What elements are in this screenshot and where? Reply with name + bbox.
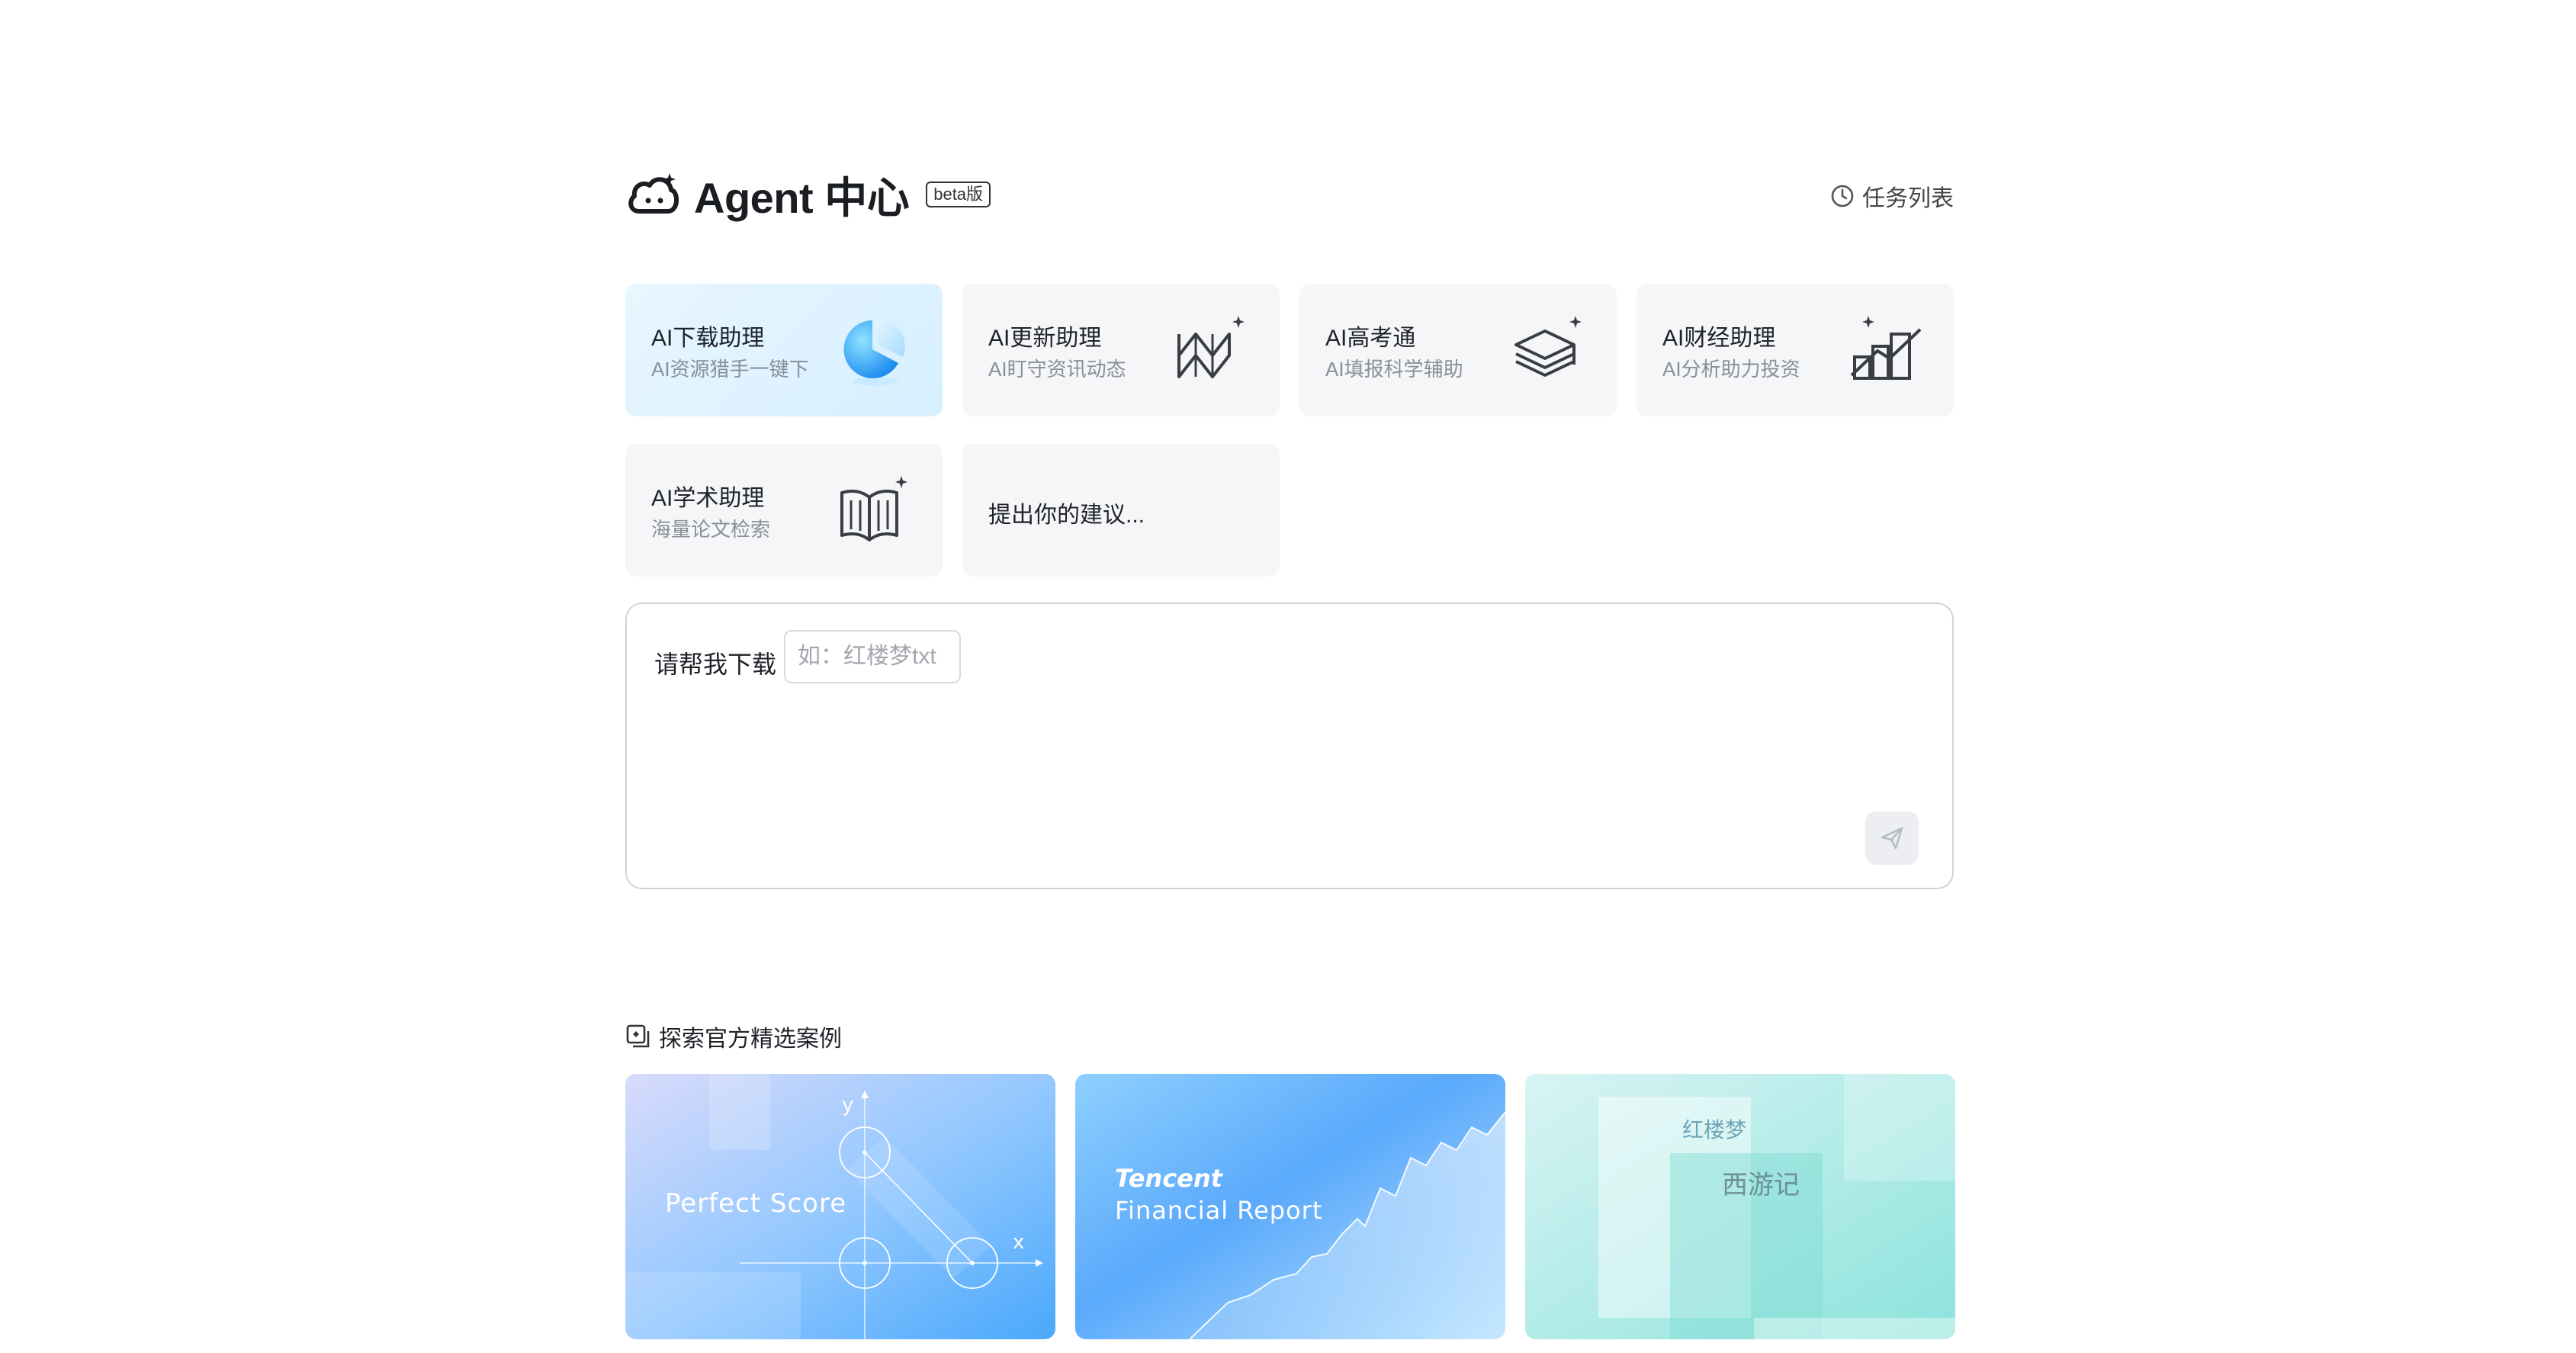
- suggestion-label: 提出你的建议...: [988, 503, 1145, 528]
- task-list-button[interactable]: 任务列表: [1830, 179, 1954, 213]
- case-card-tencent-report[interactable]: Tencent Financial Report: [1075, 1074, 1505, 1339]
- prompt-label: 请帮我下载: [654, 651, 777, 678]
- header: Agent 中心 beta版 任务列表: [625, 164, 1954, 225]
- case-card-perfect-score[interactable]: y x Perfect Score: [625, 1074, 1055, 1339]
- task-list-label: 任务列表: [1862, 186, 1954, 211]
- card-subtitle: AI资源猎手一键下: [651, 358, 809, 381]
- book-title-hongloumeng: 红楼梦: [1682, 1117, 1747, 1142]
- book-sparkle-icon: [840, 476, 907, 542]
- card-subtitle: 海量论文检索: [651, 518, 771, 541]
- case-title: Perfect Score: [665, 1188, 847, 1219]
- book-title-xiyouji: 西游记: [1722, 1170, 1800, 1200]
- case-title: Financial Report: [1115, 1196, 1323, 1225]
- case-title-brand: Tencent: [1115, 1164, 1222, 1193]
- axis-x-label: x: [1013, 1231, 1025, 1254]
- card-title: AI学术助理: [651, 486, 765, 511]
- card-title: AI下载助理: [651, 326, 765, 351]
- layers-sparkle-icon: [1514, 316, 1582, 377]
- clock-icon: [1831, 185, 1854, 207]
- bar-chart-sparkle-icon: [1850, 316, 1922, 380]
- beta-badge: beta版: [926, 182, 991, 207]
- download-target-input[interactable]: [784, 630, 961, 683]
- card-title: AI财经助理: [1662, 326, 1776, 351]
- send-button[interactable]: [1865, 811, 1919, 865]
- wave-sparkle-icon: [1177, 316, 1245, 378]
- page-title: Agent 中心: [694, 173, 910, 222]
- copy-cases-icon: [626, 1024, 650, 1048]
- agent-center-page: Agent 中心 beta版 任务列表 AI下载助理 AI资源猎手一键下 AI更…: [0, 0, 2576, 1353]
- agent-card-gaokao[interactable]: AI高考通 AI填报科学辅助: [1299, 284, 1617, 416]
- logo: Agent 中心 beta版: [625, 164, 991, 226]
- card-title: AI高考通: [1325, 326, 1416, 351]
- agent-card-finance[interactable]: AI财经助理 AI分析助力投资: [1636, 284, 1954, 416]
- card-subtitle: AI分析助力投资: [1662, 358, 1800, 381]
- prompt-box[interactable]: 请帮我下载: [625, 603, 1954, 889]
- main-container: Agent 中心 beta版 任务列表 AI下载助理 AI资源猎手一键下 AI更…: [625, 164, 1955, 1339]
- cloud-logo-icon: [628, 173, 679, 214]
- agent-card-download[interactable]: AI下载助理 AI资源猎手一键下: [625, 284, 943, 416]
- axis-y-label: y: [842, 1094, 854, 1117]
- card-subtitle: AI盯守资讯动态: [988, 358, 1126, 381]
- agent-card-academic[interactable]: AI学术助理 海量论文检索: [625, 444, 943, 577]
- explore-heading: 探索官方精选案例: [625, 1020, 842, 1053]
- explore-title: 探索官方精选案例: [659, 1027, 842, 1052]
- agent-card-update[interactable]: AI更新助理 AI盯守资讯动态: [962, 284, 1280, 416]
- card-title: AI更新助理: [988, 326, 1102, 351]
- pie-chart-icon: [843, 317, 905, 386]
- card-subtitle: AI填报科学辅助: [1325, 358, 1463, 381]
- agent-card-suggestion[interactable]: 提出你的建议...: [962, 444, 1280, 577]
- case-card-classic-novels[interactable]: 红楼梦 西游记: [1525, 1074, 1955, 1339]
- send-icon: [1881, 827, 1903, 850]
